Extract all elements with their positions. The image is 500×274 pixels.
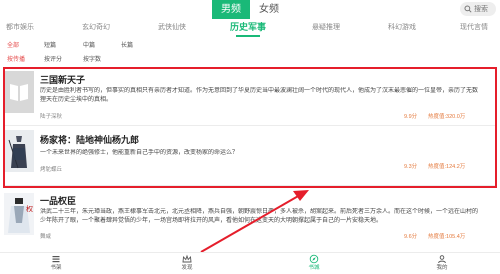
category-wuxia[interactable]: 武侠仙侠 xyxy=(158,21,186,35)
category-row: 都市娱乐 玄幻奇幻 武侠仙侠 历史军事 悬疑推理 科幻游戏 现代言情 xyxy=(0,21,500,35)
filter-sort-score[interactable]: 按评分 xyxy=(44,56,62,65)
compass-icon xyxy=(309,254,319,264)
crown-icon xyxy=(182,254,192,263)
category-fantasy[interactable]: 玄幻奇幻 xyxy=(82,21,110,35)
nav-label: 我的 xyxy=(436,265,448,271)
book-author: 舞咸 xyxy=(40,234,52,240)
nav-bookshelf[interactable]: 书架 xyxy=(36,254,76,272)
book-heat: 热度值:105.4万 xyxy=(428,234,466,240)
search-label: 搜索 xyxy=(474,6,488,13)
category-scifi[interactable]: 科幻游戏 xyxy=(388,21,416,35)
top-bar: 男频 女频 搜索 xyxy=(0,0,500,19)
bottom-nav: 书架 发现 书城 我的 xyxy=(0,252,500,274)
category-history[interactable]: 历史军事 xyxy=(230,20,266,34)
book-title: 一品权臣 xyxy=(40,196,77,206)
tab-female[interactable]: 女频 xyxy=(250,0,288,19)
filter-length-short[interactable]: 短篇 xyxy=(44,42,56,51)
nav-label: 发现 xyxy=(181,265,193,271)
search-icon xyxy=(464,5,472,13)
filter-length-medium[interactable]: 中篇 xyxy=(83,42,95,51)
nav-profile[interactable]: 我的 xyxy=(422,254,462,272)
book-cover: 权 xyxy=(4,193,34,235)
book-score: 9.6分 xyxy=(404,234,418,240)
active-category-indicator xyxy=(236,35,260,37)
tab-male[interactable]: 男频 xyxy=(212,0,250,19)
gender-tabs: 男频 女频 xyxy=(212,0,288,19)
search-button[interactable]: 搜索 xyxy=(460,2,496,16)
svg-text:权: 权 xyxy=(26,204,33,213)
filter-sort-words[interactable]: 按字数 xyxy=(83,56,101,65)
nav-discover[interactable]: 发现 xyxy=(167,254,207,272)
nav-label: 书城 xyxy=(308,265,320,271)
nav-label: 书架 xyxy=(50,265,62,271)
filter-sort-spread[interactable]: 按传播 xyxy=(7,56,25,65)
filter-length-long[interactable]: 长篇 xyxy=(121,42,133,51)
category-romance[interactable]: 现代言情 xyxy=(460,21,488,35)
category-mystery[interactable]: 悬疑推理 xyxy=(312,21,340,35)
category-urban[interactable]: 都市娱乐 xyxy=(6,21,34,35)
nav-bookstore[interactable]: 书城 xyxy=(294,254,334,272)
user-icon xyxy=(438,255,446,264)
highlight-box xyxy=(3,67,497,188)
filter-length-all[interactable]: 全部 xyxy=(7,42,19,51)
cover-art: 权 xyxy=(4,193,34,235)
bookshelf-icon xyxy=(52,256,60,263)
book-description: 洪武二十三年，朱元璋当政，燕王棣事军击北元，北元丞相降，燕兵自强，朝野震惊日严，… xyxy=(40,209,479,224)
